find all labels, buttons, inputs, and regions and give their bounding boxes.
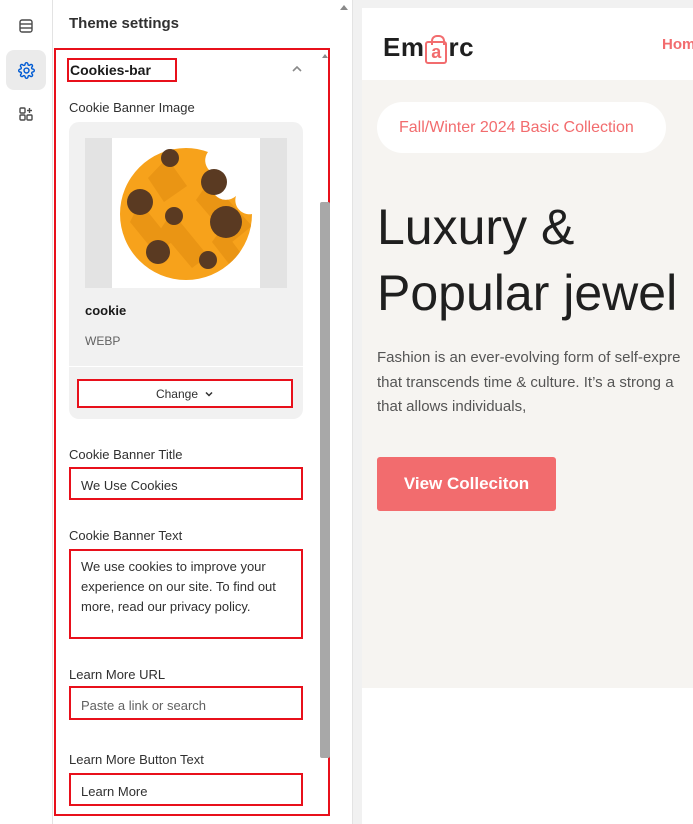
- learn-more-button-text-input[interactable]: Learn More: [69, 773, 303, 806]
- collection-pill: Fall/Winter 2024 Basic Collection: [377, 102, 666, 153]
- inner-scroll-up-icon[interactable]: [322, 54, 328, 58]
- change-button-label: Change: [155, 386, 199, 401]
- banner-title-value: We Use Cookies: [81, 478, 178, 493]
- theme-editor: Theme settings Cookies-bar Cookie Banner…: [0, 0, 693, 824]
- image-preview: [85, 138, 287, 288]
- panel-scrollbar[interactable]: [320, 202, 330, 758]
- banner-title-input[interactable]: We Use Cookies: [69, 467, 303, 500]
- store-preview: Em a rc Hom Fall/Winter 2024 Basic Collect…: [362, 8, 693, 824]
- learn-more-url-label: Learn More URL: [69, 667, 166, 682]
- section-header[interactable]: Cookies-bar: [67, 58, 177, 82]
- scroll-up-arrow-icon[interactable]: [340, 5, 348, 10]
- icon-rail: [0, 0, 53, 824]
- banner-text-textarea[interactable]: We use cookies to improve your experienc…: [69, 549, 303, 639]
- section-title: Cookies-bar: [70, 62, 151, 78]
- hero-headline: Luxury & Popular jewel: [377, 199, 678, 321]
- view-collection-button[interactable]: View Colleciton: [377, 457, 556, 511]
- chevron-up-icon[interactable]: [290, 62, 304, 76]
- banner-title-label: Cookie Banner Title: [69, 447, 183, 462]
- image-file-type: WEBP: [85, 334, 121, 348]
- banner-text-label: Cookie Banner Text: [69, 528, 183, 543]
- panel-title: Theme settings: [69, 15, 180, 32]
- nav-link-home[interactable]: Hom: [662, 36, 693, 53]
- apps-icon[interactable]: [6, 94, 46, 134]
- settings-gear-icon[interactable]: [6, 50, 46, 90]
- divider: [69, 366, 303, 367]
- hero-section: Fall/Winter 2024 Basic Collection Luxury…: [362, 80, 693, 688]
- learn-more-button-text-value: Learn More: [81, 784, 148, 799]
- hero-description: Fashion is an ever-evolving form of self…: [377, 349, 681, 415]
- learn-more-url-input[interactable]: Paste a link or search: [69, 686, 303, 720]
- cookie-image: [120, 148, 252, 280]
- sections-icon[interactable]: [6, 6, 46, 46]
- shopping-bag-icon: a: [425, 35, 448, 64]
- theme-settings-panel: Theme settings Cookies-bar Cookie Banner…: [53, 0, 353, 824]
- image-picker-card: cookie WEBP Change: [69, 122, 303, 419]
- learn-more-button-text-label: Learn More Button Text: [69, 752, 204, 767]
- image-label: Cookie Banner Image: [69, 100, 195, 115]
- image-file-name: cookie: [85, 303, 127, 318]
- store-logo[interactable]: Em a rc: [383, 32, 474, 64]
- chevron-down-icon: [205, 391, 213, 397]
- banner-text-value: We use cookies to improve your experienc…: [81, 559, 276, 614]
- change-image-button[interactable]: Change: [77, 379, 293, 408]
- collection-pill-text: Fall/Winter 2024 Basic Collection: [399, 119, 634, 136]
- learn-more-url-placeholder: Paste a link or search: [81, 698, 207, 713]
- store-header: Em a rc Hom: [362, 8, 693, 80]
